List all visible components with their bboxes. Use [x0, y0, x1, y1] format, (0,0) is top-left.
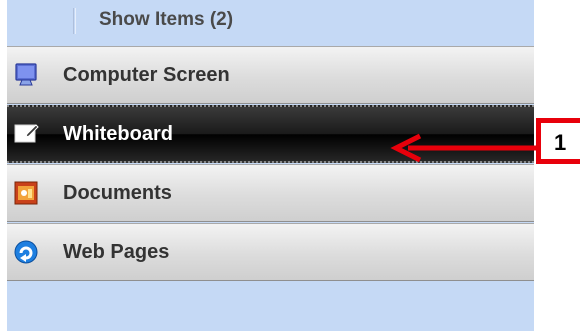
list-item-label: Computer Screen — [63, 63, 230, 86]
panel-title: Show Items (2) — [99, 9, 234, 30]
list-item-computer-screen[interactable]: Computer Screen — [7, 46, 534, 104]
monitor-icon — [15, 63, 37, 86]
show-items-panel: Show Items (2) Computer Screen Whiteboar… — [7, 0, 534, 331]
list-item-label: Documents — [63, 181, 172, 204]
list-item-web-pages[interactable]: Web Pages — [7, 223, 534, 281]
list-item-label: Whiteboard — [63, 122, 173, 145]
list-item-label: Web Pages — [63, 240, 170, 263]
header-divider-highlight — [75, 8, 76, 34]
list-item-documents[interactable]: Documents — [7, 164, 534, 222]
annotation-number: 1 — [554, 130, 567, 155]
annotation-callout: 1 — [536, 118, 580, 164]
annotation-arrow-icon — [390, 133, 540, 163]
whiteboard-icon — [14, 124, 39, 143]
show-items-list: Computer Screen Whiteboard Documents Web… — [7, 46, 534, 281]
panel-header: Show Items (2) — [7, 0, 534, 42]
document-icon — [14, 181, 38, 205]
header-divider — [73, 8, 74, 34]
web-globe-icon — [14, 240, 38, 264]
